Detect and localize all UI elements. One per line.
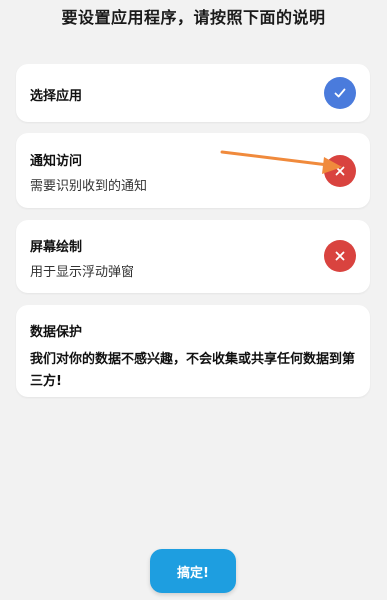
step-card-select-app[interactable]: 选择应用	[16, 64, 370, 122]
step-title: 选择应用	[30, 89, 83, 104]
privacy-body: 我们对你的数据不感兴趣，不会收集或共享任何数据到第三方!	[30, 352, 356, 389]
step-subtitle: 需要识别收到的通知	[30, 179, 148, 194]
step-card-notification-access[interactable]: 通知访问 需要识别收到的通知	[16, 133, 370, 208]
step-card-screen-overlay[interactable]: 屏幕绘制 用于显示浮动弹窗	[16, 220, 370, 293]
privacy-card: 数据保护 我们对你的数据不感兴趣，不会收集或共享任何数据到第三方!	[16, 305, 370, 397]
close-icon[interactable]	[324, 155, 356, 187]
ok-button[interactable]: 搞定!	[150, 549, 236, 593]
privacy-title: 数据保护	[30, 325, 83, 340]
check-icon[interactable]	[324, 77, 356, 109]
step-subtitle: 用于显示浮动弹窗	[30, 265, 135, 280]
step-title: 屏幕绘制	[30, 240, 83, 255]
close-icon[interactable]	[324, 240, 356, 272]
step-title: 通知访问	[30, 154, 83, 169]
page-title: 要设置应用程序，请按照下面的说明	[61, 8, 326, 27]
